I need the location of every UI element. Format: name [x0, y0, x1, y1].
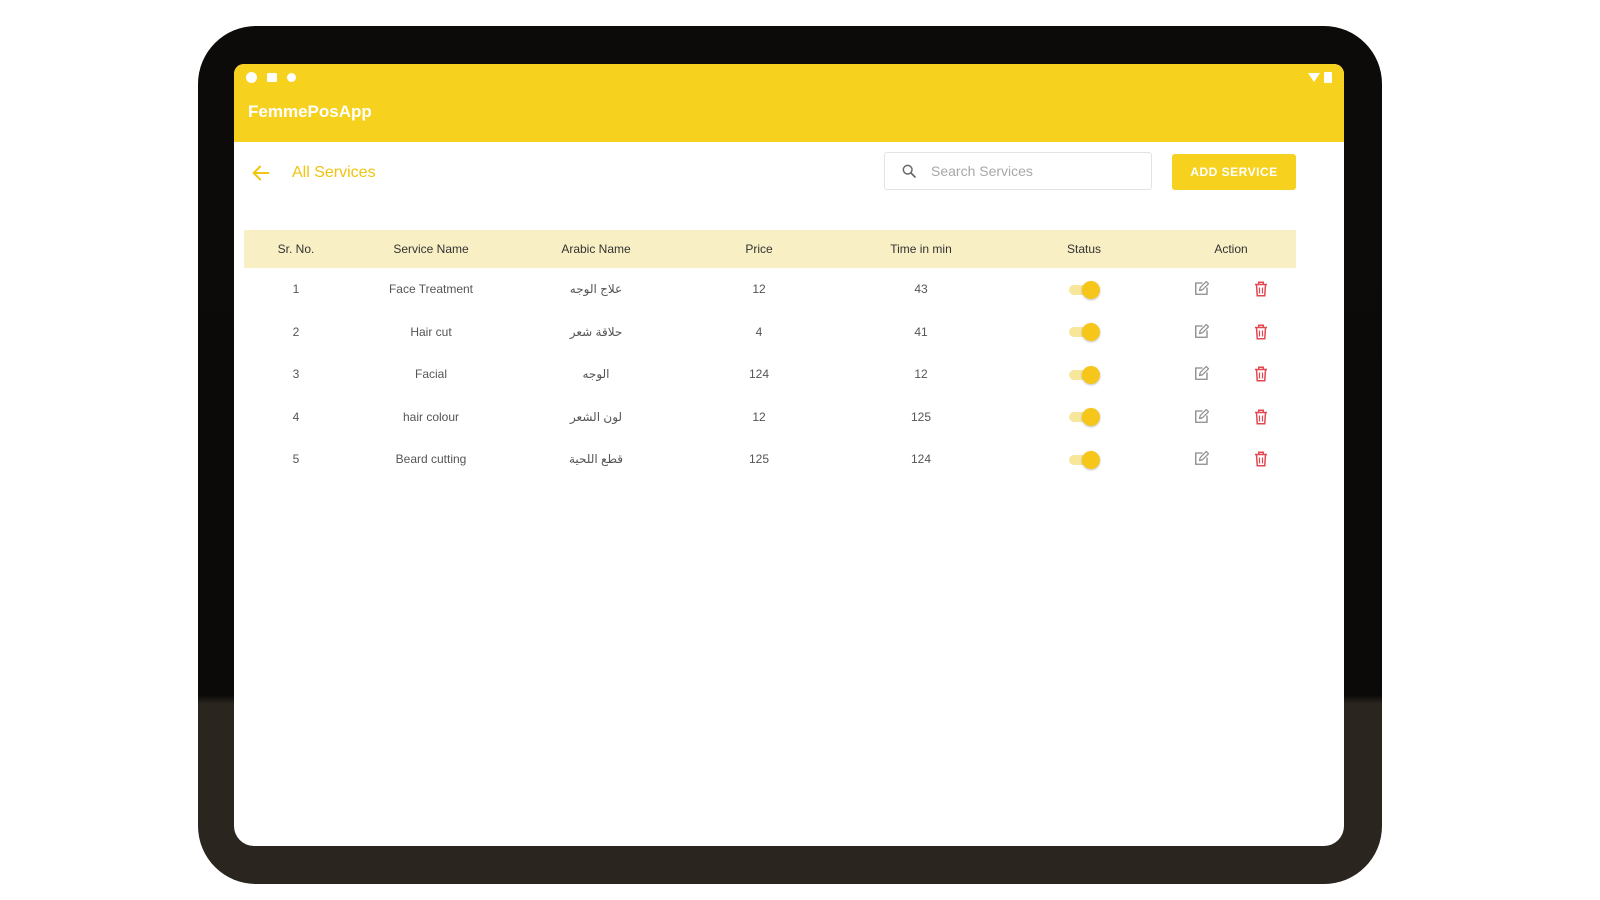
notification-icon: [246, 71, 257, 83]
cell-action: [1166, 311, 1296, 354]
cell-time: 124: [910, 452, 932, 467]
cell-sr-no: 2: [292, 324, 300, 339]
cell-service-name: Beard cutting: [395, 452, 467, 467]
cell-sr-no: 1: [292, 282, 300, 297]
cell-arabic-name: قطع اللحية: [568, 452, 624, 467]
cell-service-name: Face Treatment: [388, 282, 474, 297]
cell-time: 41: [914, 324, 928, 339]
header-time: Time in min: [890, 242, 952, 256]
wifi-icon: [1308, 72, 1320, 82]
cell-arabic-name: علاج الوجه: [569, 282, 623, 297]
status-icons-right: [1308, 71, 1332, 83]
tablet-screen: FemmePosApp All Services ADD SERVICE: [234, 64, 1344, 846]
search-icon: [902, 164, 916, 178]
status-toggle[interactable]: [1069, 280, 1100, 299]
delete-button[interactable]: [1249, 320, 1273, 344]
cell-time: 125: [910, 409, 932, 424]
table-row: 2 Hair cut حلاقة شعر 4 41: [244, 311, 1296, 354]
header-price: Price: [745, 242, 773, 256]
cell-arabic-name: حلاقة شعر: [569, 324, 623, 339]
search-input[interactable]: [929, 162, 1133, 180]
cell-action: [1166, 438, 1296, 481]
trash-icon: [1255, 451, 1267, 467]
header-arabic-name: Arabic Name: [561, 242, 631, 256]
table-row: 3 Facial الوجه 124 12: [244, 353, 1296, 396]
table-row: 4 hair colour لون الشعر 12 125: [244, 396, 1296, 439]
edit-button[interactable]: [1189, 447, 1213, 471]
cell-time: 12: [914, 367, 928, 382]
edit-button[interactable]: [1189, 405, 1213, 429]
cell-status: [1002, 268, 1166, 311]
edit-icon: [1195, 281, 1210, 296]
cell-sr-no: 5: [292, 452, 300, 467]
cell-status: [1002, 311, 1166, 354]
back-button[interactable]: [248, 160, 274, 186]
trash-icon: [1255, 366, 1267, 382]
status-toggle[interactable]: [1069, 450, 1100, 469]
delete-button[interactable]: [1249, 447, 1273, 471]
arrow-left-icon: [252, 165, 270, 181]
edit-button[interactable]: [1189, 362, 1213, 386]
cell-status: [1002, 353, 1166, 396]
services-table: Sr. No. Service Name Arabic Name Price T…: [244, 230, 1296, 481]
app-title: FemmePosApp: [248, 102, 372, 121]
edit-icon: [1195, 366, 1210, 381]
header-action: Action: [1214, 242, 1248, 256]
header-sr-no: Sr. No.: [277, 242, 315, 256]
edit-icon: [1195, 408, 1210, 423]
cell-price: 125: [748, 452, 770, 467]
table-row: 1 Face Treatment علاج الوجه 12 43: [244, 268, 1296, 311]
trash-icon: [1255, 324, 1267, 340]
cell-price: 12: [752, 409, 766, 424]
cell-sr-no: 4: [292, 409, 300, 424]
cell-sr-no: 3: [292, 367, 300, 382]
header-status: Status: [1066, 242, 1102, 256]
cell-action: [1166, 268, 1296, 311]
cell-arabic-name: لون الشعر: [569, 409, 623, 424]
cell-status: [1002, 396, 1166, 439]
trash-icon: [1255, 281, 1267, 297]
edit-icon: [1195, 323, 1210, 338]
page-title: All Services: [292, 164, 376, 181]
status-bar: [234, 64, 1344, 90]
battery-icon: [1324, 71, 1332, 83]
cell-action: [1166, 353, 1296, 396]
table-row: 5 Beard cutting قطع اللحية 125 124: [244, 438, 1296, 481]
settings-icon: [287, 72, 296, 82]
status-toggle[interactable]: [1069, 323, 1100, 342]
table-header-row: Sr. No. Service Name Arabic Name Price T…: [244, 230, 1296, 268]
status-icons-left: [246, 71, 296, 83]
trash-icon: [1255, 409, 1267, 425]
page-toolbar: All Services ADD SERVICE: [234, 142, 1344, 204]
search-box[interactable]: [884, 152, 1152, 190]
edit-icon: [1195, 451, 1210, 466]
cell-time: 43: [914, 282, 928, 297]
cell-arabic-name: الوجه: [582, 367, 610, 382]
add-service-button[interactable]: ADD SERVICE: [1172, 154, 1296, 190]
edit-button[interactable]: [1189, 277, 1213, 301]
cell-service-name: hair colour: [402, 409, 460, 424]
cell-service-name: Hair cut: [410, 324, 452, 339]
cell-price: 12: [752, 282, 766, 297]
delete-button[interactable]: [1249, 362, 1273, 386]
edit-button[interactable]: [1189, 320, 1213, 344]
delete-button[interactable]: [1249, 405, 1273, 429]
status-toggle[interactable]: [1069, 365, 1100, 384]
cell-price: 124: [748, 367, 770, 382]
tablet-frame: FemmePosApp All Services ADD SERVICE: [198, 26, 1382, 884]
cell-price: 4: [755, 324, 763, 339]
cell-service-name: Facial: [414, 367, 447, 382]
status-toggle[interactable]: [1069, 408, 1100, 427]
header-service-name: Service Name: [393, 242, 469, 256]
cell-action: [1166, 396, 1296, 439]
app-bar: FemmePosApp: [234, 64, 1344, 142]
cell-status: [1002, 438, 1166, 481]
sim-icon: [267, 72, 277, 82]
delete-button[interactable]: [1249, 277, 1273, 301]
